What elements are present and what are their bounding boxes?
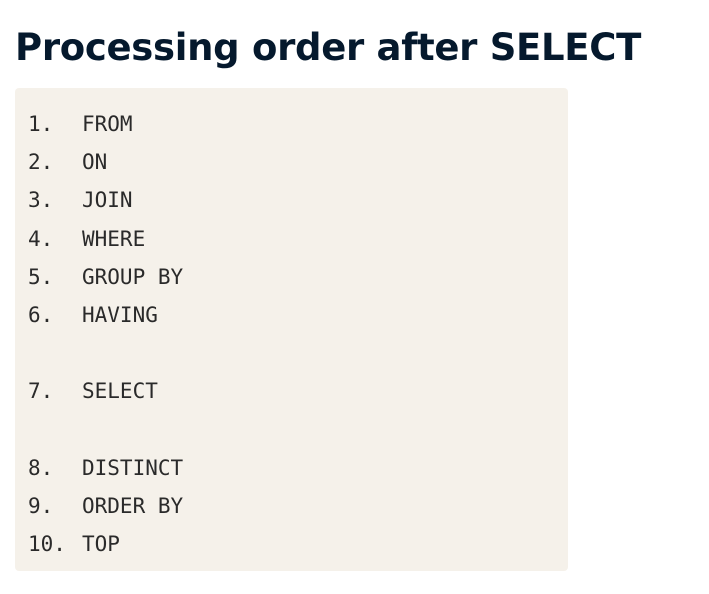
step-keyword: ON (82, 150, 108, 175)
list-item: 6. HAVING (28, 296, 568, 334)
step-keyword: GROUP BY (82, 264, 184, 289)
step-number: 6. (28, 302, 54, 327)
step-number: 10. (28, 532, 66, 557)
step-keyword: ORDER BY (82, 493, 184, 518)
list-item: 7. SELECT (28, 372, 568, 410)
step-number: 1. (28, 112, 54, 136)
step-number: 8. (28, 455, 54, 480)
step-keyword: SELECT (82, 379, 158, 404)
list-item: 10. TOP (28, 525, 568, 563)
code-block: 1. FROM 2. ON 3. JOIN 4. WHERE 5. GROUP BY 6.… (15, 88, 568, 571)
step-keyword: WHERE (82, 226, 146, 251)
step-keyword: TOP (82, 532, 120, 557)
step-number: 4. (28, 226, 54, 251)
step-keyword: DISTINCT (82, 455, 184, 480)
page-title: Processing order after SELECT (15, 26, 642, 69)
list-item: 8. DISTINCT (28, 449, 568, 487)
list-item: 3. JOIN (28, 181, 568, 219)
step-keyword: JOIN (82, 188, 133, 213)
step-keyword: FROM (82, 112, 133, 136)
step-number: 2. (28, 150, 54, 175)
step-number: 7. (28, 379, 54, 404)
list-item: 5. GROUP BY (28, 258, 568, 296)
step-number: 9. (28, 493, 54, 518)
step-number: 5. (28, 264, 54, 289)
list-item: 4. WHERE (28, 220, 568, 258)
list-item: 2. ON (28, 143, 568, 181)
list-item: 1. FROM (28, 105, 568, 143)
list-item: 9. ORDER BY (28, 487, 568, 525)
step-keyword: HAVING (82, 302, 158, 327)
step-number: 3. (28, 188, 54, 213)
